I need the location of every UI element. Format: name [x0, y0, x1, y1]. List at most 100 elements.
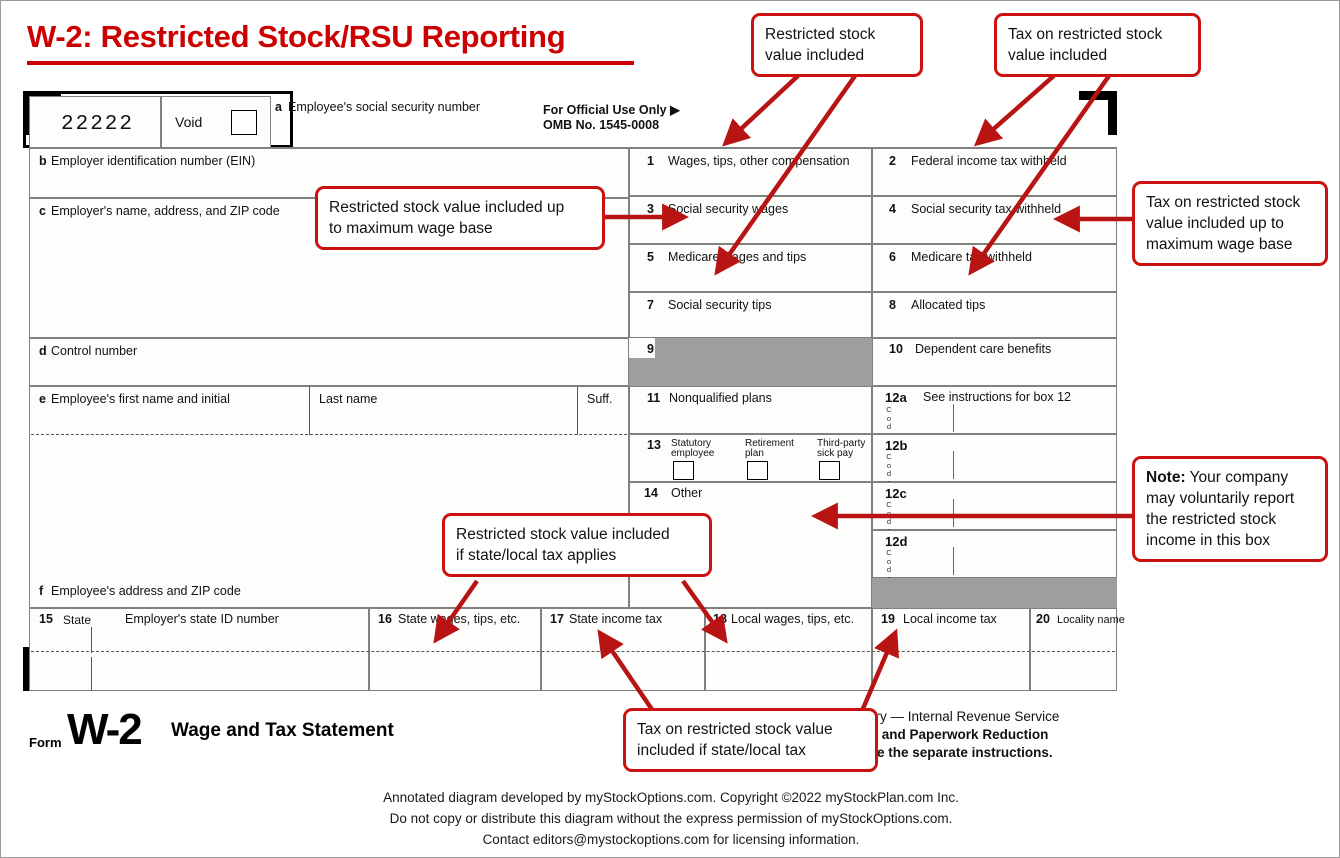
footer-statement-label: Wage and Tax Statement — [171, 720, 394, 741]
box-12d-number: 12d — [885, 534, 908, 549]
box-4-number: 4 — [889, 202, 896, 216]
box-e-dashed-rule — [31, 434, 627, 435]
box-15-number: 15 — [39, 612, 53, 626]
box-13-number: 13 — [647, 438, 661, 452]
credits-line-1: Annotated diagram developed by myStockOp… — [383, 790, 959, 805]
callout-restricted-stock-value-included: Restricted stock value included — [751, 13, 923, 77]
box-9-number: 9 — [647, 342, 654, 356]
box-13-retirement-label-l2: plan — [745, 448, 764, 459]
box-e-suffix-label: Suff. — [587, 392, 613, 406]
callout-2-line-2: value included — [1008, 47, 1108, 64]
box-15-label: State — [63, 613, 92, 627]
box-13-thirdparty-checkbox[interactable] — [819, 461, 840, 480]
box-2-number: 2 — [889, 154, 896, 168]
box-5-label: Medicare wages and tips — [668, 250, 807, 264]
callout-3-line-2: to maximum wage base — [329, 220, 493, 237]
credits-block: Annotated diagram developed by myStockOp… — [1, 787, 1340, 850]
box-12c-number: 12c — [885, 486, 907, 501]
callout-5-note-bold: Note: — [1146, 469, 1186, 486]
callout-1-line-2: value included — [765, 47, 865, 64]
void-label: Void — [175, 114, 203, 130]
box-16-label: State wages, tips, etc. — [398, 612, 521, 626]
box-12a-code-divider — [953, 404, 954, 432]
state-row-dashed-rule — [31, 651, 1115, 652]
callout-4-line-2: value included up to — [1146, 215, 1284, 232]
box-a-letter: a — [275, 100, 282, 114]
box-20-label: Locality name — [1057, 614, 1125, 626]
callout-tax-on-restricted-stock-value-included: Tax on restricted stock value included — [994, 13, 1201, 77]
void-checkbox[interactable] — [231, 110, 257, 135]
box-7-number: 7 — [647, 298, 654, 312]
box-11-label: Nonqualified plans — [669, 391, 772, 405]
box-c-label: Employer's name, address, and ZIP code — [51, 204, 280, 218]
box-12a-number: 12a — [885, 390, 907, 405]
box-12c — [872, 482, 1117, 530]
callout-4-line-1: Tax on restricted stock — [1146, 194, 1301, 211]
callout-tax-on-restricted-stock-up-to-max-wage-base: Tax on restricted stock value included u… — [1132, 181, 1328, 266]
box-e-last-name-label: Last name — [319, 392, 378, 406]
box-b-letter: b — [39, 154, 47, 168]
callout-7-line-1: Tax on restricted stock value — [637, 721, 833, 738]
box-8 — [872, 292, 1117, 338]
callout-4-line-3: maximum wage base — [1146, 236, 1293, 253]
box-17-label: State income tax — [569, 612, 663, 626]
callout-2-line-1: Tax on restricted stock — [1008, 26, 1163, 43]
callout-restricted-stock-up-to-max-wage-base: Restricted stock value included up to ma… — [315, 186, 605, 250]
box-16-number: 16 — [378, 612, 392, 626]
box-c-letter: c — [39, 204, 46, 218]
official-use-box — [533, 96, 1117, 148]
box-e-first-name-label: Employee's first name and initial — [51, 392, 230, 406]
callout-5-line-1: Note: Your company — [1146, 467, 1314, 488]
annotated-w2-diagram: W-2: Restricted Stock/RSU Reporting 2222… — [0, 0, 1340, 858]
box-12b — [872, 434, 1117, 482]
box-17-number: 17 — [550, 612, 564, 626]
box-12b-code-divider — [953, 451, 954, 479]
box-2-label: Federal income tax withheld — [911, 154, 1067, 168]
box-4-label: Social security tax withheld — [911, 202, 1062, 216]
box-6-number: 6 — [889, 250, 896, 264]
callout-1-line-1: Restricted stock — [765, 26, 876, 43]
box-13-statutory-checkbox[interactable] — [673, 461, 694, 480]
box-5-number: 5 — [647, 250, 654, 264]
box-14-label: Other — [671, 486, 703, 500]
box-7-label: Social security tips — [668, 298, 772, 312]
callout-5-line-1-text: Your company — [1185, 469, 1289, 486]
box-15-stateid-label: Employer's state ID number — [125, 612, 279, 626]
box-13-statutory-label-l2: employee — [671, 448, 715, 459]
callout-5-line-2: may voluntarily report — [1146, 490, 1295, 507]
box-15-state-divider-bottom — [91, 657, 92, 691]
title-underline — [27, 61, 634, 65]
box-f-letter: f — [39, 584, 44, 598]
box-a-label: Employee's social security number — [288, 100, 481, 114]
box-e-letter: e — [39, 392, 46, 406]
box-e-divider-2 — [577, 387, 578, 435]
box-13-thirdparty-label-l2: sick pay — [817, 448, 854, 459]
box-19-number: 19 — [881, 612, 895, 626]
box-20-number: 20 — [1036, 612, 1050, 626]
box-15-state-divider-top — [91, 627, 92, 653]
page-title: W-2: Restricted Stock/RSU Reporting — [27, 19, 566, 54]
box-9-shaded — [629, 338, 872, 386]
credits-line-2: Do not copy or distribute this diagram w… — [389, 811, 953, 826]
box-10-number: 10 — [889, 342, 903, 356]
footer-form-word: Form — [29, 735, 62, 750]
box-b-label: Employer identification number (EIN) — [51, 154, 256, 168]
box-13-retirement-checkbox[interactable] — [747, 461, 768, 480]
control-number-value: 22222 — [61, 113, 135, 136]
box-10-label: Dependent care benefits — [915, 342, 1052, 356]
box-3-label: Social security wages — [668, 202, 789, 216]
box-18-label: Local wages, tips, etc. — [731, 612, 854, 626]
box-d-label: Control number — [51, 344, 138, 358]
callout-6-line-2: if state/local tax applies — [456, 547, 617, 564]
box-12b-number: 12b — [885, 438, 908, 453]
callout-tax-restricted-stock-state-local: Tax on restricted stock value included i… — [623, 708, 878, 772]
box-e-divider-1 — [309, 387, 310, 435]
box-d-letter: d — [39, 344, 47, 358]
box-f-label: Employee's address and ZIP code — [51, 584, 241, 598]
credits-line-3: Contact editors@mystockoptions.com for l… — [482, 832, 860, 847]
footer-w2-label: W-2 — [67, 705, 143, 754]
w2-form: 22222 Void a Employee's social security … — [23, 91, 1125, 691]
box-1-number: 1 — [647, 154, 654, 168]
box-12c-code-divider — [953, 499, 954, 527]
shaded-strip-right — [872, 578, 1117, 608]
